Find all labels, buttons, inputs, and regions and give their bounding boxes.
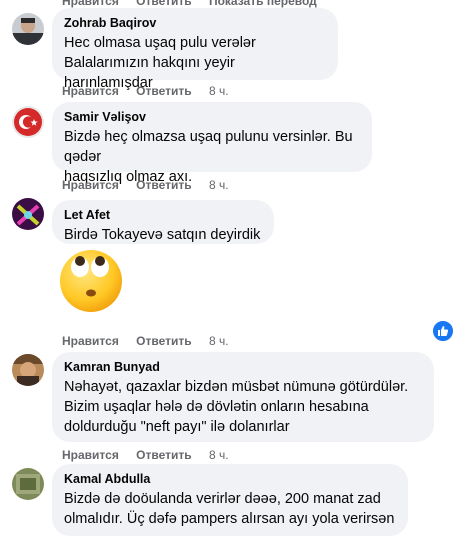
comment-actions: Нравится Ответить 8 ч. [62, 334, 229, 348]
user-photo [12, 106, 44, 138]
avatar[interactable] [12, 13, 44, 45]
avatar[interactable] [12, 106, 44, 138]
comment-author[interactable]: Kamran Bunyad [64, 359, 422, 375]
user-photo [12, 354, 44, 386]
user-photo [12, 468, 44, 500]
comment-text: Birdə Tokayevə satqın deyirdik [64, 227, 261, 243]
comment-time[interactable]: 8 ч. [209, 448, 229, 462]
like-link[interactable]: Нравится [62, 84, 119, 98]
like-icon [438, 326, 449, 336]
reply-link[interactable]: Ответить [136, 334, 191, 348]
avatar[interactable] [12, 354, 44, 386]
comment-bubble: Zohrab Baqirov Hec olmasa uşaq pulu verə… [52, 8, 338, 91]
comment-bubble: Kamal Abdulla Bizdə də doöulanda verirlə… [52, 464, 408, 536]
comment-text: Nəhayət, qazaxlar bizdən müsbət nümunə g… [64, 379, 409, 435]
comment-bubble: Kamran Bunyad Nəhayət, qazaxlar bizdən m… [52, 352, 434, 442]
comment-author[interactable]: Samir Vəlişov [64, 109, 360, 125]
comment-actions: Нравится Ответить 8 ч. [62, 178, 229, 192]
comment-bubble: Samir Vəlişov Bizdə heç olmazsa uşaq pul… [52, 102, 372, 185]
previous-comment-actions: Нравится Ответить Показать перевод [62, 0, 331, 8]
comment-author[interactable]: Let Afet [64, 207, 262, 223]
comment-time[interactable]: 8 ч. [209, 334, 229, 348]
like-link[interactable]: Нравится [62, 0, 119, 8]
comment-author[interactable]: Kamal Abdulla [64, 471, 396, 487]
user-photo [12, 198, 44, 230]
reply-link[interactable]: Ответить [136, 84, 191, 98]
reply-link[interactable]: Ответить [136, 0, 191, 8]
like-reaction-icon[interactable] [432, 320, 454, 342]
reply-link[interactable]: Ответить [136, 178, 191, 192]
avatar[interactable] [12, 468, 44, 500]
comment-bubble: Let Afet Birdə Tokayevə satqın deyirdik [52, 200, 274, 244]
like-link[interactable]: Нравится [62, 334, 119, 348]
reply-link[interactable]: Ответить [136, 448, 191, 462]
comment-time[interactable]: 8 ч. [209, 178, 229, 192]
user-photo [12, 13, 44, 45]
like-link[interactable]: Нравится [62, 178, 119, 192]
face-with-rolling-eyes-emoji [58, 247, 124, 313]
comment-text: Bizdə də doöulanda verirlər dəəə, 200 ma… [64, 491, 395, 527]
like-link[interactable]: Нравится [62, 448, 119, 462]
avatar[interactable] [12, 198, 44, 230]
comment-time[interactable]: 8 ч. [209, 84, 229, 98]
comment-author[interactable]: Zohrab Baqirov [64, 15, 326, 31]
comment-actions: Нравится Ответить 8 ч. [62, 448, 229, 462]
translate-link[interactable]: Показать перевод [209, 0, 317, 8]
comment-actions: Нравится Ответить 8 ч. [62, 84, 229, 98]
